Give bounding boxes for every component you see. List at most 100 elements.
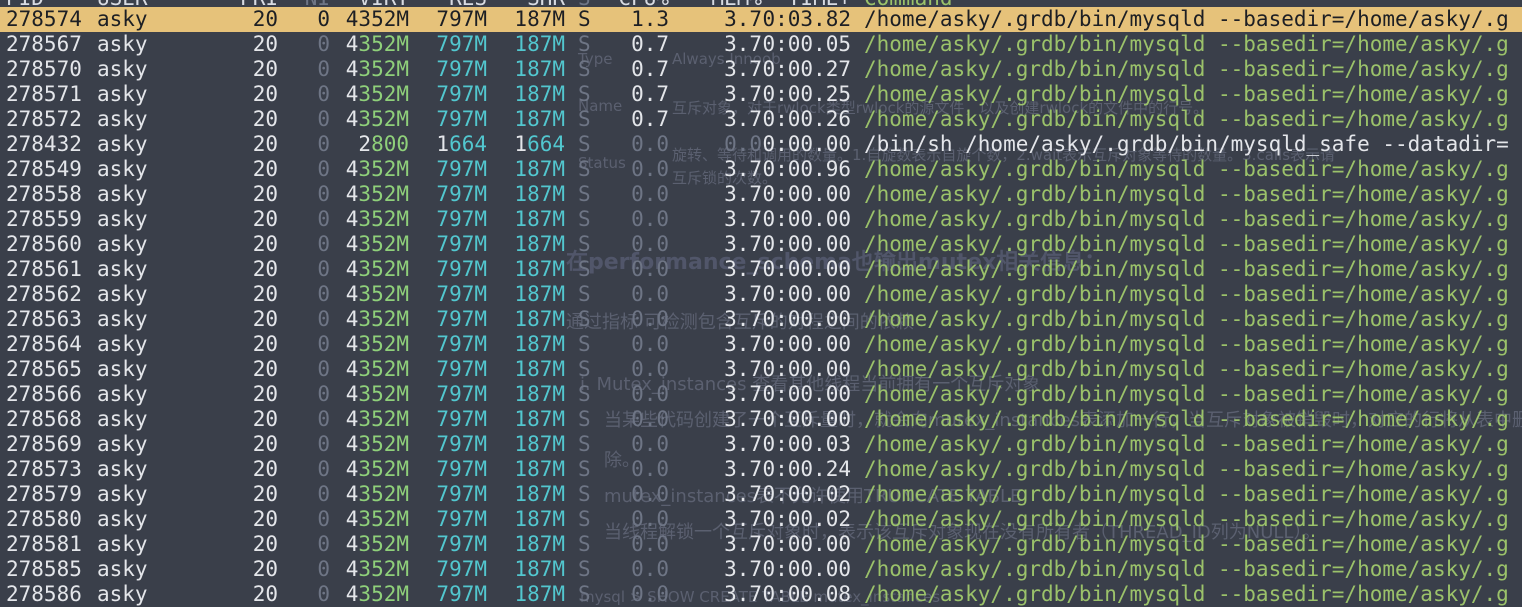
cell-res: 797M bbox=[436, 557, 487, 581]
process-row[interactable]: 278432 asky 20 0 2800 1664 1664 S 0.0 0.0 0:00.00/… bbox=[0, 132, 1522, 157]
process-row[interactable]: 278569 asky 20 0 4352M 797M 187M S 0.0 3.7 0:00.03… bbox=[0, 432, 1522, 457]
process-row[interactable]: 278566 asky 20 0 4352M 797M 187M S 0.0 3.7 0:00.00… bbox=[0, 382, 1522, 407]
cell-mem: 3.7 bbox=[724, 482, 762, 506]
cell-ni: 0 bbox=[317, 282, 330, 306]
cell-shr: 187M bbox=[514, 257, 565, 281]
cell-res: 797M bbox=[436, 407, 487, 431]
cell-cpu: 0.0 bbox=[631, 132, 669, 156]
cell-time: 0:00.00 bbox=[762, 532, 851, 556]
cell-res: 797M bbox=[436, 107, 487, 131]
cell-pid: 278572 bbox=[6, 107, 82, 131]
cell-s: S bbox=[578, 282, 591, 306]
cell-cpu: 0.0 bbox=[631, 332, 669, 356]
cell-pri: 20 bbox=[252, 157, 278, 181]
process-row[interactable]: 278561 asky 20 0 4352M 797M 187M S 0.0 3.7 0:00.00… bbox=[0, 257, 1522, 282]
cell-shr: 187M bbox=[514, 532, 565, 556]
process-row[interactable]: 278560 asky 20 0 4352M 797M 187M S 0.0 3.7 0:00.00… bbox=[0, 232, 1522, 257]
cell-mem: 3.7 bbox=[724, 107, 762, 131]
cell-s: S bbox=[578, 432, 591, 456]
cell-res: 797M bbox=[436, 457, 487, 481]
cell-user: asky bbox=[97, 132, 148, 156]
cell-s: S bbox=[578, 257, 591, 281]
process-row[interactable]: 278574 asky 20 0 4352M 797M 187M S 1.3 3.7 0:03.82… bbox=[0, 7, 1522, 32]
cell-cmd: /home/asky/.grdb/bin/mysqld --basedir=/h… bbox=[864, 257, 1509, 281]
process-row[interactable]: 278571 asky 20 0 4352M 797M 187M S 0.7 3.7 0:00.25… bbox=[0, 82, 1522, 107]
cell-time: 0:00.00 bbox=[762, 307, 851, 331]
cell-shr: 187M bbox=[514, 507, 565, 531]
process-row[interactable]: 278572 asky 20 0 4352M 797M 187M S 0.7 3.7 0:00.26… bbox=[0, 107, 1522, 132]
cell-time: 0:00.03 bbox=[762, 432, 851, 456]
cell-pid: 278563 bbox=[6, 307, 82, 331]
cell-ni: 0 bbox=[317, 257, 330, 281]
cell-time: 0:00.00 bbox=[762, 232, 851, 256]
process-row[interactable]: 278562 asky 20 0 4352M 797M 187M S 0.0 3.7 0:00.00… bbox=[0, 282, 1522, 307]
cell-mem: 3.7 bbox=[724, 57, 762, 81]
cell-virt: 4352M bbox=[345, 32, 409, 56]
cell-cpu: 0.0 bbox=[631, 457, 669, 481]
process-row[interactable]: 278585 asky 20 0 4352M 797M 187M S 0.0 3.7 0:00.00… bbox=[0, 557, 1522, 582]
cell-shr: 187M bbox=[514, 82, 565, 106]
cell-s: S bbox=[578, 557, 591, 581]
cell-mem: 3.7 bbox=[724, 282, 762, 306]
process-row[interactable]: 278570 asky 20 0 4352M 797M 187M S 0.7 3.7 0:00.27… bbox=[0, 57, 1522, 82]
cell-cpu: 0.0 bbox=[631, 532, 669, 556]
cell-user: asky bbox=[97, 282, 148, 306]
process-row[interactable]: 278568 asky 20 0 4352M 797M 187M S 0.0 3.7 0:00.00… bbox=[0, 407, 1522, 432]
cell-s: S bbox=[578, 232, 591, 256]
cell-pid: 278549 bbox=[6, 157, 82, 181]
cell-pid: 278579 bbox=[6, 482, 82, 506]
process-row[interactable]: 278567 asky 20 0 4352M 797M 187M S 0.7 3.7 0:00.05… bbox=[0, 32, 1522, 57]
cell-cpu: 0.0 bbox=[631, 357, 669, 381]
cell-time: 0:00.00 bbox=[762, 207, 851, 231]
cell-ni: 0 bbox=[317, 7, 330, 31]
cell-pri: 20 bbox=[252, 7, 278, 31]
cell-shr: 187M bbox=[514, 332, 565, 356]
cell-ni: 0 bbox=[317, 432, 330, 456]
cell-cmd: /home/asky/.grdb/bin/mysqld --basedir=/h… bbox=[864, 182, 1509, 206]
cell-virt: 4352M bbox=[345, 457, 409, 481]
cell-shr: 187M bbox=[514, 57, 565, 81]
cell-time: 0:00.05 bbox=[762, 32, 851, 56]
cell-virt: 4352M bbox=[345, 307, 409, 331]
cell-virt: 4352M bbox=[345, 257, 409, 281]
cell-pri: 20 bbox=[252, 207, 278, 231]
cell-mem: 3.7 bbox=[724, 332, 762, 356]
cell-cmd: /home/asky/.grdb/bin/mysqld --basedir=/h… bbox=[864, 482, 1509, 506]
cell-mem: 3.7 bbox=[724, 7, 762, 31]
cell-cpu: 0.0 bbox=[631, 232, 669, 256]
process-row[interactable]: 278559 asky 20 0 4352M 797M 187M S 0.0 3.7 0:00.00… bbox=[0, 207, 1522, 232]
cell-ni: 0 bbox=[317, 107, 330, 131]
cell-mem: 3.7 bbox=[724, 432, 762, 456]
cell-user: asky bbox=[97, 382, 148, 406]
cell-ni: 0 bbox=[317, 357, 330, 381]
process-row[interactable]: 278580 asky 20 0 4352M 797M 187M S 0.0 3.7 0:00.02… bbox=[0, 507, 1522, 532]
cell-mem: 3.7 bbox=[724, 32, 762, 56]
process-row[interactable]: 278549 asky 20 0 4352M 797M 187M S 0.0 3.7 0:00.96… bbox=[0, 157, 1522, 182]
cell-pri: 20 bbox=[252, 107, 278, 131]
cell-cpu: 0.0 bbox=[631, 257, 669, 281]
cell-pri: 20 bbox=[252, 182, 278, 206]
process-row[interactable]: 278586 asky 20 0 4352M 797M 187M S 0.0 3.7 0:00.08… bbox=[0, 582, 1522, 607]
process-row[interactable]: 278563 asky 20 0 4352M 797M 187M S 0.0 3.7 0:00.00… bbox=[0, 307, 1522, 332]
cell-shr: 187M bbox=[514, 32, 565, 56]
process-row[interactable]: 278573 asky 20 0 4352M 797M 187M S 0.0 3.7 0:00.24… bbox=[0, 457, 1522, 482]
cell-pid: 278581 bbox=[6, 532, 82, 556]
process-row[interactable]: 278579 asky 20 0 4352M 797M 187M S 0.0 3.7 0:00.02… bbox=[0, 482, 1522, 507]
cell-cmd: /home/asky/.grdb/bin/mysqld --basedir=/h… bbox=[864, 82, 1509, 106]
cell-res: 797M bbox=[436, 432, 487, 456]
process-row[interactable]: 278558 asky 20 0 4352M 797M 187M S 0.0 3.7 0:00.00… bbox=[0, 182, 1522, 207]
process-row[interactable]: 278564 asky 20 0 4352M 797M 187M S 0.0 3.7 0:00.00… bbox=[0, 332, 1522, 357]
cell-cmd: /home/asky/.grdb/bin/mysqld --basedir=/h… bbox=[864, 157, 1509, 181]
cell-cmd: /home/asky/.grdb/bin/mysqld --basedir=/h… bbox=[864, 407, 1509, 431]
cell-mem: 3.7 bbox=[724, 507, 762, 531]
cell-user: asky bbox=[97, 32, 148, 56]
process-row[interactable]: 278581 asky 20 0 4352M 797M 187M S 0.0 3.7 0:00.00… bbox=[0, 532, 1522, 557]
cell-virt: 4352M bbox=[345, 182, 409, 206]
cell-time: 0:00.26 bbox=[762, 107, 851, 131]
process-row[interactable]: 278565 asky 20 0 4352M 797M 187M S 0.0 3.7 0:00.00… bbox=[0, 357, 1522, 382]
cell-user: asky bbox=[97, 257, 148, 281]
cell-cmd: /home/asky/.grdb/bin/mysqld --basedir=/h… bbox=[864, 107, 1509, 131]
cell-user: asky bbox=[97, 332, 148, 356]
cell-s: S bbox=[578, 7, 591, 31]
cell-ni: 0 bbox=[317, 132, 330, 156]
